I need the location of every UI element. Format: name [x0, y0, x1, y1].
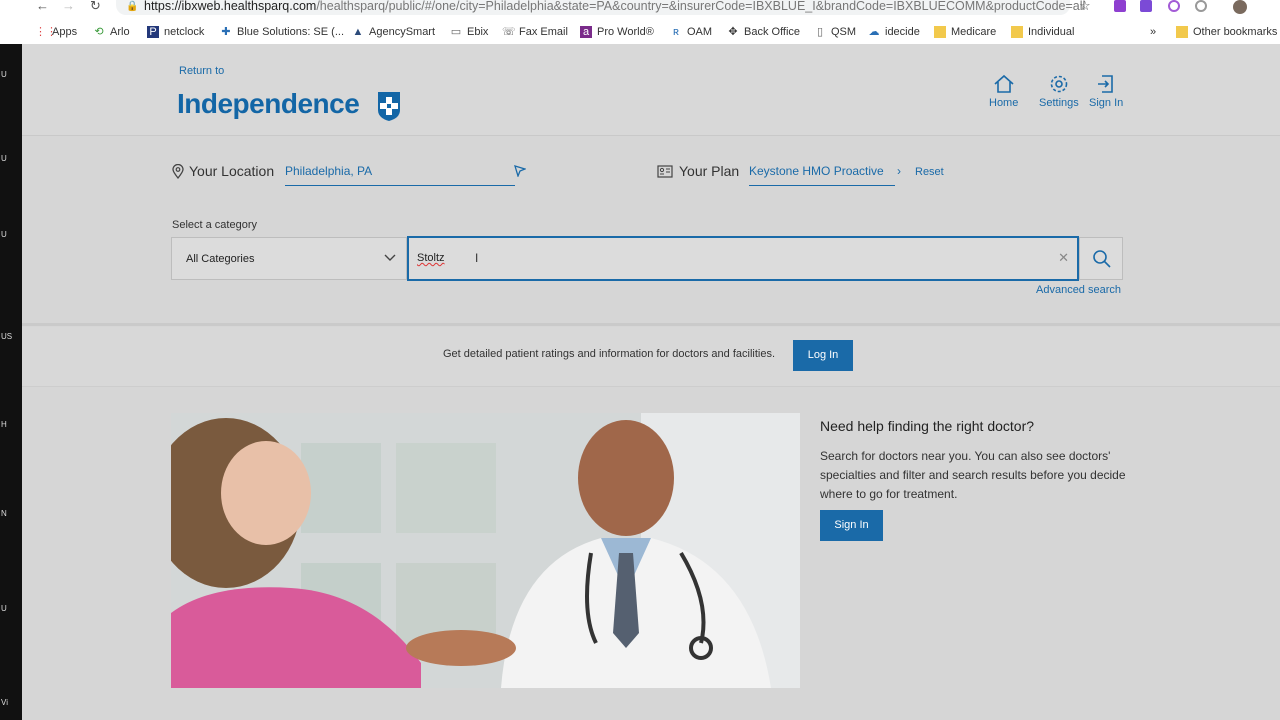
folder-icon: [1176, 26, 1188, 38]
browser-chrome: ← → ↻ 🔒 https://ibxweb.healthsparq.com/h…: [0, 0, 1280, 44]
oam-icon: ʀ: [673, 26, 679, 38]
bookmark-medicare[interactable]: Medicare: [934, 21, 996, 43]
bookmark-back-office[interactable]: ✥ Back Office: [727, 21, 800, 43]
chevron-down-icon: [384, 254, 396, 261]
nav-sign-in[interactable]: Sign In: [1089, 74, 1123, 109]
bookmark-pro-world[interactable]: a Pro World®: [580, 21, 654, 43]
text-cursor-icon: I: [475, 251, 479, 265]
arlo-icon: ⟲: [94, 26, 104, 38]
bookmarks-bar: ⋮⋮ Apps ⟲ Arlo Pnetclock ✚ Blue Solutions: …: [0, 21, 1280, 43]
address-bar[interactable]: 🔒 https://ibxweb.healthsparq.com/healths…: [116, 0, 1085, 15]
page: Return to Independence Home Settings Sig…: [22, 44, 1280, 720]
cloud-icon: ☁: [868, 26, 880, 38]
fax-icon: ☏: [502, 26, 516, 38]
location-field[interactable]: Philadelphia, PA: [285, 164, 515, 186]
plan-label: Your Plan: [657, 163, 739, 179]
plan-field[interactable]: Keystone HMO Proactive: [749, 164, 895, 186]
help-title: Need help finding the right doctor?: [820, 418, 1035, 434]
lock-icon: 🔒: [126, 1, 139, 12]
bookmark-agencysmart[interactable]: ▲ AgencySmart: [352, 21, 435, 43]
pro-world-icon: a: [580, 26, 592, 38]
bookmark-fax-email[interactable]: ☏ Fax Email: [502, 21, 568, 43]
home-icon: [994, 74, 1014, 93]
bookmark-ebix[interactable]: ▭ Ebix: [450, 21, 489, 43]
page-icon: ▭: [450, 26, 462, 38]
location-label: Your Location: [172, 163, 274, 179]
category-select[interactable]: All Categories: [171, 237, 407, 280]
bookmark-other[interactable]: Other bookmarks: [1176, 21, 1277, 43]
browser-nav-row: ← → ↻ 🔒 https://ibxweb.healthsparq.com/h…: [0, 0, 1280, 16]
gear-icon: [1050, 75, 1068, 93]
bookmarks-overflow[interactable]: »: [1150, 21, 1156, 43]
reload-icon[interactable]: ↻: [90, 0, 101, 12]
extension-icon[interactable]: [1114, 0, 1126, 12]
agencysmart-icon: ▲: [352, 26, 364, 38]
search-section: Your Location Philadelphia, PA Your Plan…: [22, 136, 1280, 326]
netclock-icon: P: [147, 26, 159, 38]
search-icon: [1093, 250, 1111, 268]
url-path: /healthsparq/public/#/one/city=Philadelp…: [316, 0, 1086, 13]
extension-icon[interactable]: [1168, 0, 1180, 12]
reset-link[interactable]: Reset: [915, 166, 944, 178]
blue-cross-logo-icon: [378, 92, 400, 121]
nav-settings[interactable]: Settings: [1039, 74, 1079, 109]
login-banner: Get detailed patient ratings and informa…: [22, 327, 1280, 387]
extension-icon[interactable]: [1195, 0, 1207, 12]
locate-arrow-icon[interactable]: [514, 165, 526, 177]
sign-in-button[interactable]: Sign In: [820, 510, 883, 541]
log-in-button[interactable]: Log In: [793, 340, 853, 371]
extension-icon[interactable]: [1140, 0, 1152, 12]
login-prompt-text: Get detailed patient ratings and informa…: [443, 348, 776, 360]
return-to-link[interactable]: Return to: [179, 65, 224, 77]
apps-grid-icon: ⋮⋮: [35, 26, 57, 38]
bookmark-netclock[interactable]: Pnetclock: [147, 21, 204, 43]
blue-cross-icon: ✚: [221, 26, 231, 38]
clear-icon[interactable]: ✕: [1058, 250, 1069, 266]
avatar[interactable]: [1233, 0, 1247, 14]
bookmark-arlo[interactable]: ⟲ Arlo: [93, 21, 129, 43]
advanced-search-link[interactable]: Advanced search: [1036, 284, 1121, 296]
bookmark-apps[interactable]: ⋮⋮ Apps: [35, 21, 77, 43]
bookmark-qsm[interactable]: ▯ QSM: [814, 21, 856, 43]
back-icon[interactable]: ←: [36, 0, 49, 12]
folder-icon: [1011, 26, 1023, 38]
hero-image: [171, 413, 800, 688]
folder-icon: [934, 26, 946, 38]
search-button[interactable]: [1079, 237, 1123, 280]
doctor-patient-photo: [171, 413, 800, 688]
category-label: Select a category: [172, 219, 257, 231]
star-icon[interactable]: ☆: [1079, 0, 1091, 12]
location-pin-icon: [172, 163, 184, 179]
sign-in-icon: [1098, 75, 1113, 93]
url-host: https://ibxweb.healthsparq.com: [144, 0, 317, 13]
id-card-icon: [657, 164, 673, 178]
back-office-icon: ✥: [728, 26, 738, 38]
chevron-right-icon[interactable]: ›: [897, 164, 901, 178]
bookmark-idecide[interactable]: ☁ idecide: [868, 21, 920, 43]
help-body: Search for doctors near you. You can als…: [820, 449, 1126, 501]
nav-home[interactable]: Home: [989, 74, 1018, 109]
page-icon: ▯: [816, 26, 824, 38]
left-window-strip: U U U US H N U Vi: [0, 44, 22, 720]
site-header: Return to Independence Home Settings Sig…: [22, 44, 1280, 136]
bookmark-blue-solutions[interactable]: ✚ Blue Solutions: SE (...: [220, 21, 344, 43]
bookmark-oam[interactable]: ʀ OAM: [670, 21, 712, 43]
brand-logo[interactable]: Independence: [177, 88, 360, 120]
bookmark-individual[interactable]: Individual: [1011, 21, 1074, 43]
forward-icon[interactable]: →: [62, 0, 75, 12]
search-input[interactable]: Stoltz I ✕: [407, 236, 1079, 281]
